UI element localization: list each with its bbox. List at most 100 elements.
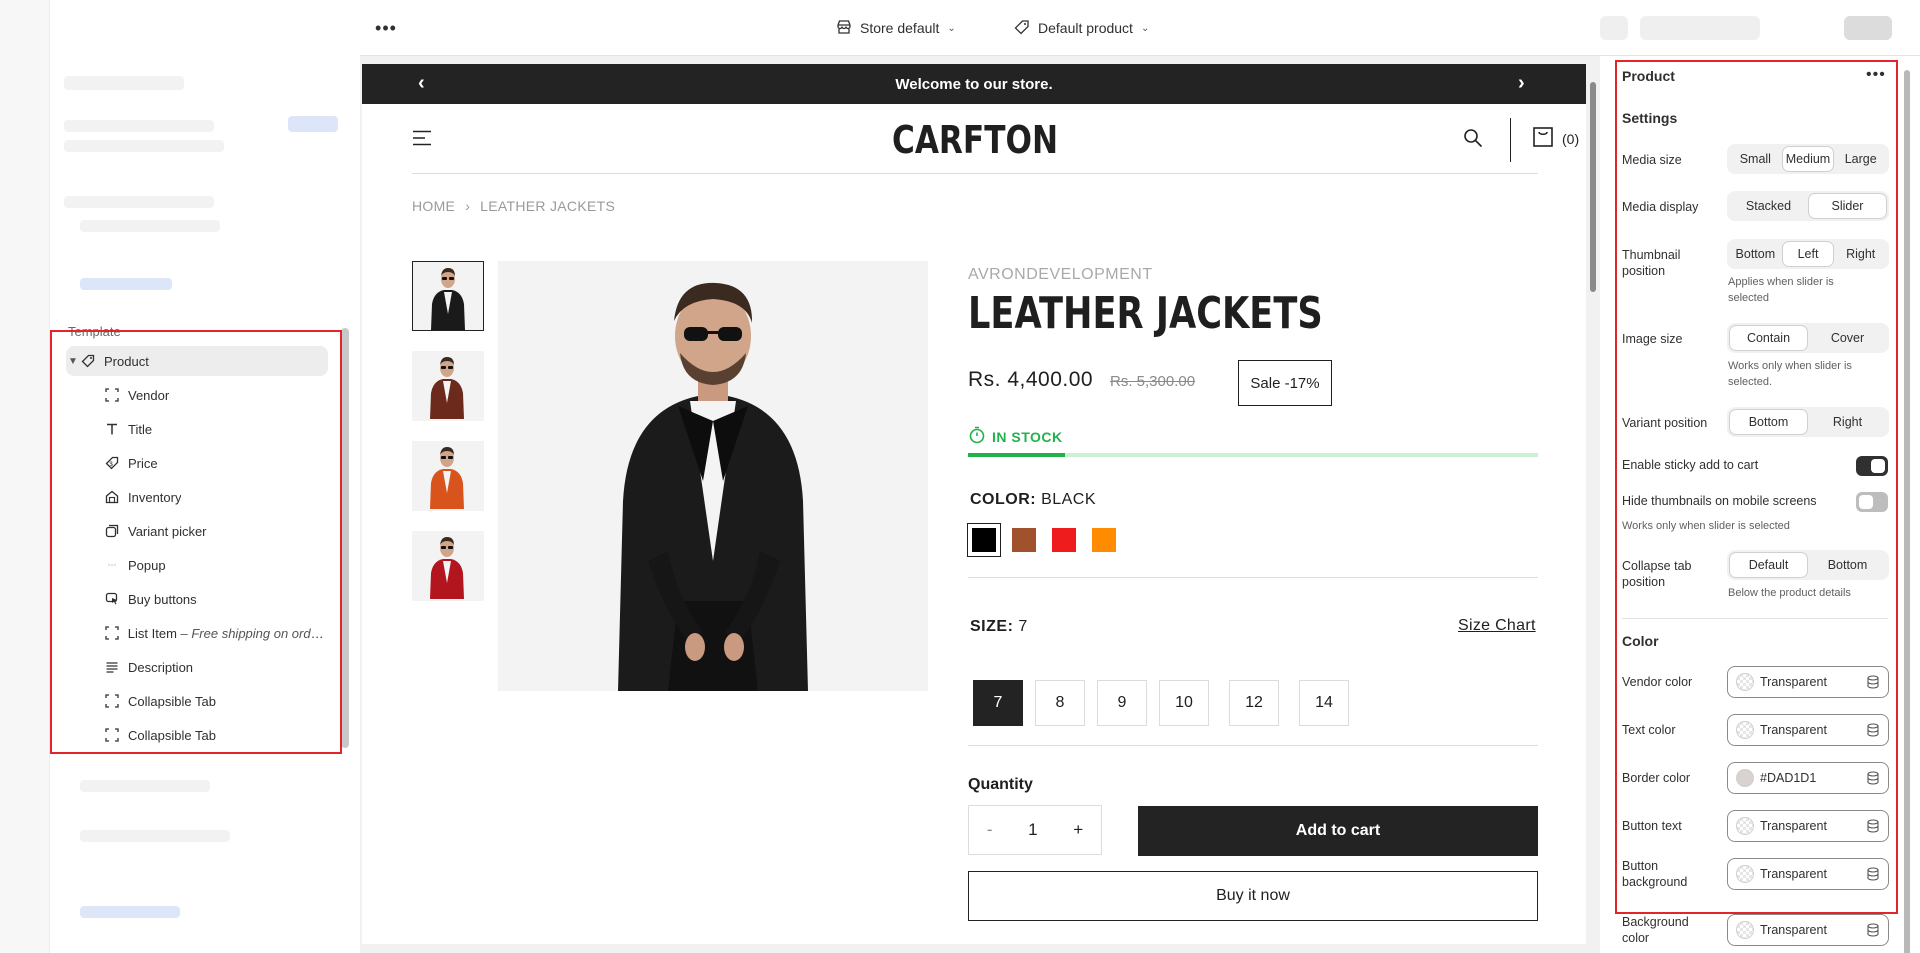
tree-item-inventory[interactable]: Inventory xyxy=(66,482,328,512)
tree-item-price[interactable]: $ Price xyxy=(66,448,328,478)
text-color-picker[interactable]: Transparent xyxy=(1727,714,1889,746)
segment-large[interactable]: Large xyxy=(1835,147,1886,171)
color-option-value: BLACK xyxy=(1041,491,1097,508)
product-thumbnail[interactable] xyxy=(412,351,484,421)
color-swatch-black[interactable] xyxy=(967,523,1001,557)
blurred-header xyxy=(64,76,184,90)
quantity-decrease-button[interactable]: - xyxy=(987,820,993,840)
preview-scrollbar[interactable] xyxy=(1588,68,1598,948)
database-icon[interactable] xyxy=(1866,675,1880,689)
sidebar-scrollbar[interactable] xyxy=(341,328,349,748)
size-option-button[interactable]: 14 xyxy=(1299,680,1349,726)
segment-left[interactable]: Left xyxy=(1782,242,1834,266)
chevron-left-icon[interactable]: ‹ xyxy=(418,72,425,95)
chevron-down-icon[interactable]: ▼ xyxy=(66,356,80,367)
product-thumbnail[interactable] xyxy=(412,531,484,601)
segment-default[interactable]: Default xyxy=(1730,553,1807,577)
cart-button[interactable]: (0) xyxy=(1532,126,1579,151)
segment-bottom[interactable]: Bottom xyxy=(1730,410,1807,434)
buy-now-button[interactable]: Buy it now xyxy=(968,871,1538,921)
menu-icon[interactable] xyxy=(412,130,432,151)
store-selector[interactable]: Store default ⌄ xyxy=(836,17,956,39)
vendor-color-picker[interactable]: Transparent xyxy=(1727,666,1889,698)
database-icon[interactable] xyxy=(1866,723,1880,737)
template-selector[interactable]: Default product ⌄ xyxy=(1014,17,1149,39)
segment-bottom[interactable]: Bottom xyxy=(1809,553,1886,577)
button-text-label: Button text xyxy=(1622,819,1682,833)
sale-badge: Sale -17% xyxy=(1238,360,1332,406)
hide-thumbnails-toggle[interactable] xyxy=(1856,492,1888,512)
tree-item-popup[interactable]: Popup xyxy=(66,550,328,580)
segment-medium[interactable]: Medium xyxy=(1782,147,1834,171)
editor-topbar: ••• Store default ⌄ Default product ⌄ xyxy=(360,0,1920,56)
product-main-image[interactable] xyxy=(498,261,928,691)
size-option-button[interactable]: 9 xyxy=(1097,680,1147,726)
inventory-icon xyxy=(104,489,120,505)
tree-item-collapsible-tab[interactable]: Collapsible Tab xyxy=(66,686,328,716)
tree-item-product[interactable]: ▼ Product xyxy=(66,346,328,376)
scrollbar-thumb[interactable] xyxy=(1590,82,1596,292)
tree-item-label: Price xyxy=(128,455,158,471)
border-color-picker[interactable]: #DAD1D1 xyxy=(1727,762,1889,794)
blurred-row xyxy=(64,120,214,132)
toggle-knob xyxy=(1871,459,1885,473)
breadcrumb-home[interactable]: HOME xyxy=(412,198,455,214)
size-option-button[interactable]: 12 xyxy=(1229,680,1279,726)
scrollbar-thumb[interactable] xyxy=(1904,70,1910,953)
panel-more-button[interactable]: ••• xyxy=(1866,66,1886,84)
color-swatch-red[interactable] xyxy=(1052,528,1076,552)
settings-scrollbar[interactable] xyxy=(1903,70,1911,953)
lines-icon xyxy=(104,659,120,675)
template-selector-label: Default product xyxy=(1038,20,1133,36)
stock-progress-fill xyxy=(968,453,1065,457)
database-icon[interactable] xyxy=(1866,819,1880,833)
thumbnail-position-segmented: Bottom Left Right xyxy=(1727,239,1889,269)
add-to-cart-button[interactable]: Add to cart xyxy=(1138,806,1538,856)
segment-stacked[interactable]: Stacked xyxy=(1730,194,1807,218)
button-text-picker[interactable]: Transparent xyxy=(1727,810,1889,842)
panel-title: Product xyxy=(1622,68,1675,84)
compare-at-price: Rs. 5,300.00 xyxy=(1110,373,1196,390)
tree-item-list-item[interactable]: List Item – Free shipping on orde… xyxy=(66,618,328,648)
tree-item-vendor[interactable]: Vendor xyxy=(66,380,328,410)
segment-cover[interactable]: Cover xyxy=(1809,326,1886,350)
chevron-right-icon[interactable]: › xyxy=(1518,72,1525,95)
tree-item-description[interactable]: Description xyxy=(66,652,328,682)
size-option-button[interactable]: 8 xyxy=(1035,680,1085,726)
text-icon xyxy=(104,421,120,437)
search-icon[interactable] xyxy=(1463,128,1483,153)
segment-contain[interactable]: Contain xyxy=(1730,326,1807,350)
segment-small[interactable]: Small xyxy=(1730,147,1781,171)
sticky-cart-toggle[interactable] xyxy=(1856,456,1888,476)
quantity-input[interactable]: 1 xyxy=(1028,820,1037,840)
button-background-picker[interactable]: Transparent xyxy=(1727,858,1889,890)
background-color-picker[interactable]: Transparent xyxy=(1727,914,1889,946)
tree-item-buy-buttons[interactable]: Buy buttons xyxy=(66,584,328,614)
database-icon[interactable] xyxy=(1866,771,1880,785)
product-thumbnail[interactable] xyxy=(412,261,484,331)
breadcrumb-current: LEATHER JACKETS xyxy=(480,198,616,214)
product-thumbnail[interactable] xyxy=(412,441,484,511)
segment-right[interactable]: Right xyxy=(1835,242,1886,266)
database-icon[interactable] xyxy=(1866,867,1880,881)
database-icon[interactable] xyxy=(1866,923,1880,937)
hide-thumbnails-label: Hide thumbnails on mobile screens xyxy=(1622,494,1817,508)
quantity-increase-button[interactable]: + xyxy=(1073,820,1083,840)
size-option-button[interactable]: 10 xyxy=(1159,680,1209,726)
size-option-button[interactable]: 7 xyxy=(973,680,1023,726)
settings-panel: Product ••• Settings Media size Small Me… xyxy=(1600,56,1920,953)
more-actions-button[interactable]: ••• xyxy=(372,14,400,42)
color-swatch-orange[interactable] xyxy=(1092,528,1116,552)
tree-item-collapsible-tab[interactable]: Collapsible Tab xyxy=(66,720,328,750)
color-swatch-brown[interactable] xyxy=(1012,528,1036,552)
segment-slider[interactable]: Slider xyxy=(1809,194,1886,218)
color-swatch xyxy=(1736,721,1754,739)
segment-bottom[interactable]: Bottom xyxy=(1730,242,1781,266)
collapse-tab-hint: Below the product details xyxy=(1728,587,1851,599)
size-chart-link[interactable]: Size Chart xyxy=(1458,617,1536,635)
tree-item-variant-picker[interactable]: Variant picker xyxy=(66,516,328,546)
blurred-control xyxy=(1600,16,1628,40)
segment-right[interactable]: Right xyxy=(1809,410,1886,434)
store-logo[interactable]: CARFTON xyxy=(513,118,1436,162)
tree-item-title[interactable]: Title xyxy=(66,414,328,444)
